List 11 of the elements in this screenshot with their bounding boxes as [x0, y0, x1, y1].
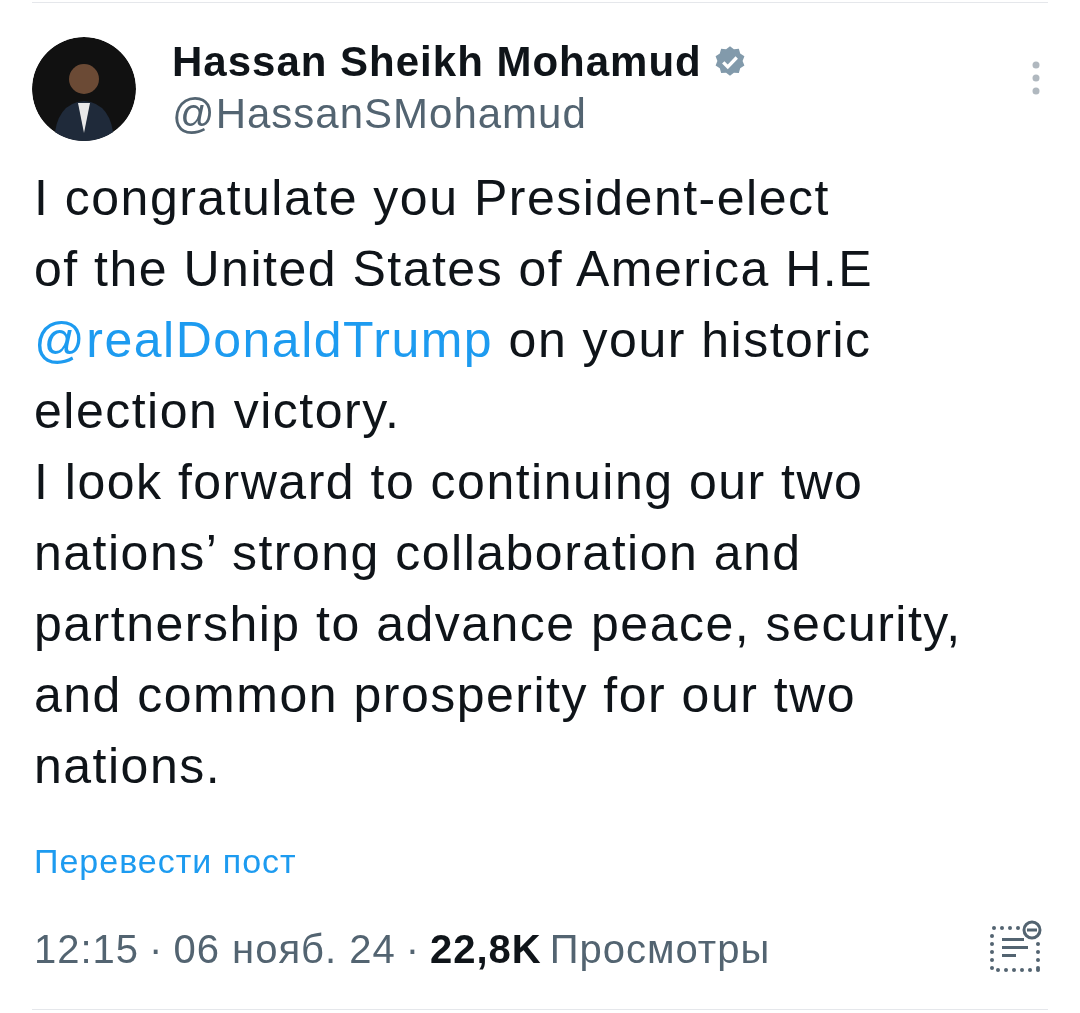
separator-dot: ·: [405, 926, 420, 973]
separator-dot: ·: [149, 926, 164, 973]
post-date[interactable]: 06 нояб. 24: [173, 919, 396, 979]
author-handle[interactable]: @HassanSMohamud: [172, 91, 748, 137]
post-text: I congratulate you President-elect of the United States of America H.E @realDonaldTrump on your historic election victory.: [34, 169, 874, 441]
author-name[interactable]: Hassan Sheikh Mohamud: [172, 39, 702, 85]
views-count: 22,8K: [430, 926, 542, 973]
avatar[interactable]: [32, 37, 136, 141]
post-time[interactable]: 12:15: [34, 919, 140, 979]
views-label: Просмотры: [549, 926, 771, 973]
post-text: I look forward to continuing our two nations’ strong collaboration and partnership to advance peace, security, and common prosperity for our two nations.: [34, 453, 963, 796]
